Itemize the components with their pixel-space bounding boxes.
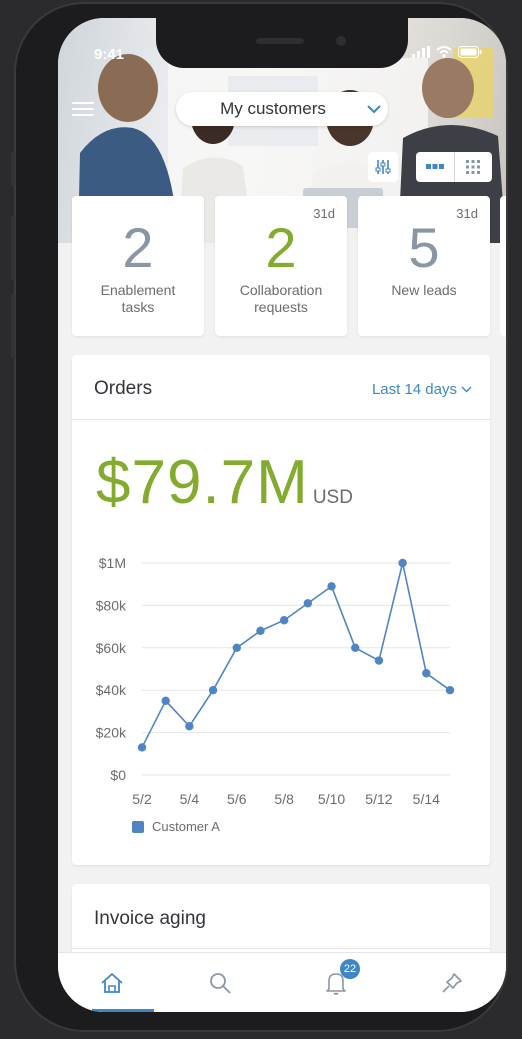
kpi-period-badge: 31d xyxy=(456,206,478,221)
y-tick-label: $40k xyxy=(96,682,127,698)
menu-icon[interactable] xyxy=(72,98,94,118)
kpi-tile-next-peek[interactable] xyxy=(500,196,506,336)
kpi-period-badge: 31d xyxy=(313,206,335,221)
customer-selector-label: My customers xyxy=(220,99,326,118)
data-point xyxy=(208,686,218,695)
period-selector[interactable]: Last 14 days xyxy=(372,381,472,398)
kpi-value: 5 xyxy=(408,216,440,279)
grid-view-button[interactable] xyxy=(453,152,493,182)
y-tick-label: $1M xyxy=(99,555,126,571)
kpi-value: 2 xyxy=(122,216,154,279)
filter-settings-button[interactable] xyxy=(368,152,398,182)
kpi-value: 2 xyxy=(265,216,297,279)
tab-notifications[interactable]: 22 xyxy=(316,959,360,1001)
device-notch xyxy=(156,18,408,68)
wifi-icon xyxy=(436,46,452,58)
phone-frame: 9:41 My customers 2 Enablement tasks 31d… xyxy=(11,2,509,1032)
sliders-icon xyxy=(375,160,391,174)
orders-total: $79.7M USD xyxy=(96,447,353,518)
home-icon xyxy=(101,973,123,993)
y-tick-label: $0 xyxy=(110,767,126,783)
carousel-view-icon xyxy=(425,164,444,169)
chevron-down-icon xyxy=(360,104,388,114)
data-point xyxy=(137,743,147,752)
data-point xyxy=(279,616,289,625)
app-screen: 9:41 My customers 2 Enablement tasks 31d… xyxy=(58,18,506,1012)
carousel-view-button[interactable] xyxy=(416,152,454,182)
kpi-label: Collaboration requests xyxy=(239,282,323,315)
y-tick-label: $80k xyxy=(96,597,127,613)
data-point xyxy=(422,669,431,678)
volume-down-button xyxy=(11,294,15,358)
battery-icon xyxy=(458,46,482,58)
mute-switch xyxy=(11,152,15,186)
period-label: Last 14 days xyxy=(371,381,457,398)
data-point xyxy=(351,643,360,652)
kpi-label: Enablement tasks xyxy=(100,282,176,315)
legend-swatch xyxy=(132,820,144,833)
notification-count-badge: 22 xyxy=(340,959,360,979)
x-tick-label: 5/8 xyxy=(274,791,294,807)
orders-card-header: Orders Last 14 days xyxy=(72,355,490,420)
data-point xyxy=(445,686,455,695)
kpi-tile-enablement-tasks[interactable]: 2 Enablement tasks xyxy=(72,196,204,336)
signal-icon xyxy=(412,46,430,58)
x-tick-label: 5/10 xyxy=(318,791,345,807)
x-tick-label: 5/2 xyxy=(132,791,152,807)
x-tick-label: 5/6 xyxy=(227,791,247,807)
orders-total-value: $79.7M xyxy=(96,448,309,517)
data-point xyxy=(398,558,407,568)
orders-total-unit: USD xyxy=(312,487,353,508)
data-point xyxy=(185,722,194,731)
volume-up-button xyxy=(11,216,15,280)
kpi-tile-collaboration-requests[interactable]: 31d 2 Collaboration requests xyxy=(215,196,347,336)
divider xyxy=(72,948,490,949)
search-icon xyxy=(210,973,231,994)
chevron-down-icon xyxy=(461,386,472,393)
legend-label: Customer A xyxy=(152,819,220,834)
x-tick-label: 5/12 xyxy=(365,791,392,807)
invoice-aging-title: Invoice aging xyxy=(94,908,206,929)
orders-card: Orders Last 14 days $79.7M USD $1M $80k $6… xyxy=(72,355,490,865)
data-point xyxy=(327,582,336,591)
orders-line-chart: $1M $80k $60k $40k $20k $0 5/2 5/4 5/6 5/8 5/10 5/1… xyxy=(96,555,455,807)
customer-selector[interactable]: My customers xyxy=(176,92,388,126)
kpi-tile-new-leads[interactable]: 31d 5 New leads xyxy=(358,196,490,336)
active-tab-indicator xyxy=(92,1009,154,1012)
view-toggle xyxy=(416,152,492,182)
tab-home[interactable] xyxy=(92,965,132,1001)
x-tick-label: 5/14 xyxy=(413,791,440,807)
pin-icon xyxy=(442,973,462,993)
y-tick-label: $20k xyxy=(96,725,127,741)
orders-title: Orders xyxy=(94,378,153,399)
grid-view-icon xyxy=(466,160,481,174)
kpi-label: New leads xyxy=(391,282,457,298)
status-time: 9:41 xyxy=(94,46,125,63)
data-point xyxy=(256,626,265,636)
series-line-customer-a xyxy=(141,562,451,748)
y-tick-label: $60k xyxy=(96,640,127,656)
x-tick-label: 5/4 xyxy=(180,791,200,807)
bottom-tab-bar: 22 xyxy=(58,952,506,1012)
status-icons xyxy=(412,46,482,58)
tab-search[interactable] xyxy=(200,965,240,1001)
tab-pins[interactable] xyxy=(432,965,472,1001)
data-point xyxy=(232,643,241,652)
data-point xyxy=(374,656,384,665)
chart-legend: Customer A xyxy=(132,819,220,834)
data-point xyxy=(303,599,313,608)
data-point xyxy=(161,696,170,705)
